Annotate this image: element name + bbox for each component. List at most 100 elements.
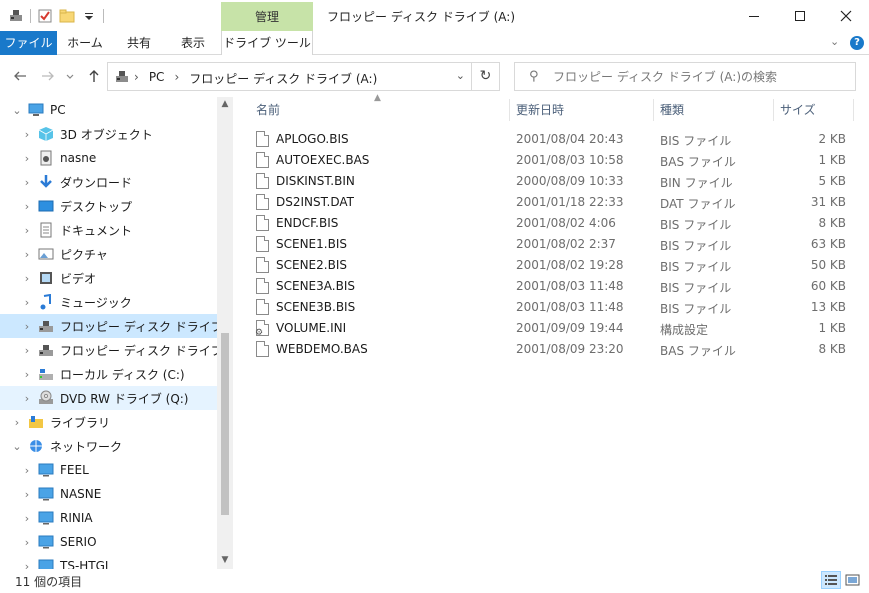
chevron-right-icon[interactable]: › xyxy=(20,320,34,333)
chevron-right-icon[interactable]: › xyxy=(20,296,34,309)
chevron-right-icon[interactable]: › xyxy=(20,392,34,405)
large-icons-view-button[interactable] xyxy=(843,571,863,589)
tab-file[interactable]: ファイル xyxy=(0,31,57,55)
nav-item[interactable]: ⌄ ネットワーク xyxy=(0,434,217,458)
chevron-right-icon[interactable]: › xyxy=(20,512,34,525)
chevron-right-icon[interactable]: › xyxy=(20,272,34,285)
breadcrumb-separator-icon[interactable]: › xyxy=(174,70,179,87)
search-box[interactable]: ⚲ xyxy=(514,62,856,91)
chevron-right-icon[interactable]: › xyxy=(20,368,34,381)
chevron-right-icon[interactable]: › xyxy=(20,344,34,357)
tab-drive-tools[interactable]: ドライブ ツール xyxy=(221,31,313,55)
chevron-right-icon[interactable]: › xyxy=(20,176,34,189)
file-row[interactable]: AUTOEXEC.BAS 2001/08/03 10:58 BAS ファイル 1 KB xyxy=(247,150,857,171)
chevron-right-icon[interactable]: › xyxy=(20,248,34,261)
scrollbar-thumb[interactable] xyxy=(221,333,229,515)
details-view-button[interactable] xyxy=(821,571,841,589)
nav-item[interactable]: › フロッピー ディスク ドライブ (B:) xyxy=(0,338,233,362)
forward-button[interactable] xyxy=(40,68,56,84)
nav-item[interactable]: › RINIA xyxy=(0,506,217,530)
expand-ribbon-chevron-icon[interactable]: ⌄ xyxy=(830,35,839,48)
search-input[interactable] xyxy=(553,68,843,86)
scroll-down-icon[interactable]: ▼ xyxy=(217,555,233,565)
file-row[interactable]: SCENE1.BIS 2001/08/02 2:37 BIS ファイル 63 KB xyxy=(247,234,857,255)
settings-file-icon xyxy=(255,320,269,338)
file-row[interactable]: SCENE2.BIS 2001/08/02 19:28 BIS ファイル 50 KB xyxy=(247,255,857,276)
customize-toolbar-icon[interactable] xyxy=(81,8,97,24)
nav-item[interactable]: › nasne xyxy=(0,146,217,170)
nav-item[interactable]: › ライブラリ xyxy=(0,410,217,434)
file-row[interactable]: DISKINST.BIN 2000/08/09 10:33 BIN ファイル 5 KB xyxy=(247,171,857,192)
chevron-right-icon[interactable]: › xyxy=(20,200,34,213)
maximize-button[interactable] xyxy=(777,0,823,31)
file-row[interactable]: VOLUME.INI 2001/09/09 19:44 構成設定 1 KB xyxy=(247,318,857,339)
address-bar[interactable]: › PC › フロッピー ディスク ドライブ (A:) ⌄ xyxy=(107,62,472,91)
column-divider[interactable] xyxy=(853,99,854,121)
column-header-date[interactable]: 更新日時 xyxy=(516,97,564,124)
tab-view[interactable]: 表示 xyxy=(165,31,221,55)
manage-contextual-tab-header: 管理 xyxy=(221,2,313,31)
close-button[interactable] xyxy=(823,0,869,31)
column-divider[interactable] xyxy=(509,99,510,121)
nav-item[interactable]: › ピクチャ xyxy=(0,242,217,266)
chevron-right-icon[interactable]: › xyxy=(20,488,34,501)
chevron-right-icon[interactable]: › xyxy=(20,536,34,549)
address-history-chevron-icon[interactable]: ⌄ xyxy=(456,69,465,82)
chevron-right-icon[interactable]: › xyxy=(20,152,34,165)
nav-item[interactable]: › デスクトップ xyxy=(0,194,217,218)
drive-icon[interactable] xyxy=(8,8,24,24)
nav-item[interactable]: › TS-HTGL xyxy=(0,554,217,569)
file-row[interactable]: SCENE3A.BIS 2001/08/03 11:48 BIS ファイル 60 KB xyxy=(247,276,857,297)
scroll-up-icon[interactable]: ▲ xyxy=(217,99,233,109)
column-header-name[interactable]: 名前 xyxy=(256,97,280,124)
breadcrumb-floppy-a[interactable]: フロッピー ディスク ドライブ (A:) xyxy=(189,70,377,87)
column-header-size[interactable]: サイズ xyxy=(780,97,816,124)
chevron-right-icon[interactable]: › xyxy=(20,128,34,141)
back-button[interactable] xyxy=(12,68,28,84)
nav-item[interactable]: › DVD RW ドライブ (Q:) xyxy=(0,386,217,410)
nav-item[interactable]: › ダウンロード xyxy=(0,170,217,194)
navigation-scrollbar[interactable]: ▲ ▼ xyxy=(217,97,233,569)
refresh-button[interactable]: ↻ xyxy=(472,62,500,91)
tab-home[interactable]: ホーム xyxy=(57,31,113,55)
item-count: 11 個の項目 xyxy=(15,575,83,589)
minimize-button[interactable] xyxy=(731,0,777,31)
chevron-right-icon[interactable]: › xyxy=(10,416,24,429)
breadcrumb-separator-icon[interactable]: › xyxy=(134,70,139,87)
nav-item[interactable]: › ミュージック xyxy=(0,290,217,314)
tab-share[interactable]: 共有 xyxy=(113,31,165,55)
new-folder-icon[interactable] xyxy=(59,8,75,24)
nav-item[interactable]: › SERIO xyxy=(0,530,217,554)
file-row[interactable]: DS2INST.DAT 2001/01/18 22:33 DAT ファイル 31 KB xyxy=(247,192,857,213)
nav-item[interactable]: › ビデオ xyxy=(0,266,217,290)
file-row[interactable]: SCENE3B.BIS 2001/08/03 11:48 BIS ファイル 13 KB xyxy=(247,297,857,318)
status-bar: 11 個の項目 xyxy=(0,569,869,593)
chevron-down-icon[interactable]: ⌄ xyxy=(10,104,24,117)
nav-item[interactable]: › FEEL xyxy=(0,458,217,482)
file-row[interactable]: APLOGO.BIS 2001/08/04 20:43 BIS ファイル 2 KB xyxy=(247,129,857,150)
column-divider[interactable] xyxy=(773,99,774,121)
column-header-type[interactable]: 種類 xyxy=(660,97,684,124)
help-icon[interactable]: ? xyxy=(850,36,864,50)
recent-locations-button[interactable] xyxy=(64,68,76,84)
chevron-right-icon[interactable]: › xyxy=(20,464,34,477)
nav-item[interactable]: ⌄ PC xyxy=(0,98,217,122)
column-divider[interactable] xyxy=(653,99,654,121)
nav-item[interactable]: › NASNE xyxy=(0,482,217,506)
breadcrumb-pc[interactable]: PC xyxy=(149,70,165,87)
chevron-right-icon[interactable]: › xyxy=(20,224,34,237)
nav-item-label: ライブラリ xyxy=(50,415,111,430)
nav-item[interactable]: › フロッピー ディスク ドライブ (A:) xyxy=(0,314,233,338)
file-row[interactable]: ENDCF.BIS 2001/08/02 4:06 BIS ファイル 8 KB xyxy=(247,213,857,234)
file-type: BIN ファイル xyxy=(660,176,733,190)
nav-item[interactable]: › ローカル ディスク (C:) xyxy=(0,362,217,386)
file-row[interactable]: WEBDEMO.BAS 2001/08/09 23:20 BAS ファイル 8 KB xyxy=(247,339,857,360)
computer-icon xyxy=(38,486,54,502)
nav-item[interactable]: › ドキュメント xyxy=(0,218,217,242)
chevron-right-icon[interactable]: › xyxy=(20,560,34,570)
chevron-down-icon[interactable]: ⌄ xyxy=(10,440,24,453)
download-icon xyxy=(38,174,54,190)
up-button[interactable] xyxy=(86,68,102,84)
nav-item[interactable]: › 3D オブジェクト xyxy=(0,122,217,146)
properties-icon[interactable] xyxy=(37,8,53,24)
